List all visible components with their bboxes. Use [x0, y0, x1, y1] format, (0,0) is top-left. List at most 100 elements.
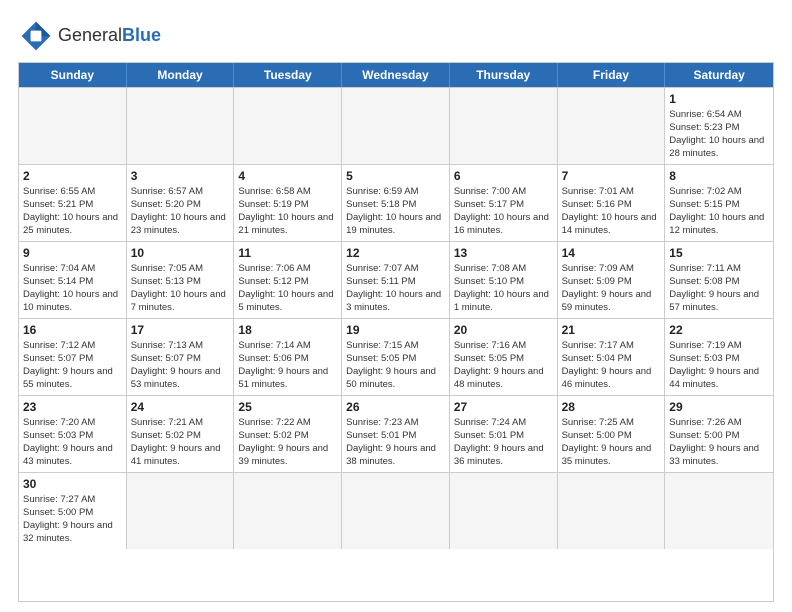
calendar-cell: 13 Sunrise: 7:08 AM Sunset: 5:10 PM Dayli…: [450, 242, 558, 318]
day-number: 24: [131, 399, 230, 415]
calendar-cell: 14 Sunrise: 7:09 AM Sunset: 5:09 PM Dayli…: [558, 242, 666, 318]
day-info: Sunrise: 6:59 AM Sunset: 5:18 PM Dayligh…: [346, 186, 444, 235]
day-info: Sunrise: 7:07 AM Sunset: 5:11 PM Dayligh…: [346, 263, 444, 312]
calendar-cell: [19, 88, 127, 164]
logo: GeneralBlue: [18, 18, 161, 54]
day-info: Sunrise: 7:05 AM Sunset: 5:13 PM Dayligh…: [131, 263, 229, 312]
calendar-cell: [558, 88, 666, 164]
day-number: 23: [23, 399, 122, 415]
day-info: Sunrise: 7:08 AM Sunset: 5:10 PM Dayligh…: [454, 263, 552, 312]
day-info: Sunrise: 7:13 AM Sunset: 5:07 PM Dayligh…: [131, 340, 223, 389]
calendar-cell: 10Sunrise: 7:05 AM Sunset: 5:13 PM Dayli…: [127, 242, 235, 318]
day-number: 25: [238, 399, 337, 415]
calendar-row-0: 1Sunrise: 6:54 AM Sunset: 5:23 PM Daylig…: [19, 87, 773, 164]
calendar-cell: [234, 88, 342, 164]
header-day-thursday: Thursday: [450, 63, 558, 87]
day-info: Sunrise: 7:25 AM Sunset: 5:00 PM Dayligh…: [562, 417, 654, 466]
calendar-cell: 30Sunrise: 7:27 AM Sunset: 5:00 PM Dayli…: [19, 473, 127, 549]
day-number: 27: [454, 399, 553, 415]
day-info: Sunrise: 7:26 AM Sunset: 5:00 PM Dayligh…: [669, 417, 761, 466]
day-info: Sunrise: 7:16 AM Sunset: 5:05 PM Dayligh…: [454, 340, 546, 389]
header-day-monday: Monday: [127, 63, 235, 87]
logo-general: General: [58, 25, 122, 45]
day-info: Sunrise: 7:19 AM Sunset: 5:03 PM Dayligh…: [669, 340, 761, 389]
logo-blue: Blue: [122, 25, 161, 45]
calendar-row-2: 9Sunrise: 7:04 AM Sunset: 5:14 PM Daylig…: [19, 241, 773, 318]
calendar-cell: 12 Sunrise: 7:07 AM Sunset: 5:11 PM Dayli…: [342, 242, 450, 318]
calendar-cell: [450, 473, 558, 549]
day-info: Sunrise: 6:58 AM Sunset: 5:19 PM Dayligh…: [238, 186, 336, 235]
day-number: 17: [131, 322, 230, 338]
calendar-cell: 5 Sunrise: 6:59 AM Sunset: 5:18 PM Daylig…: [342, 165, 450, 241]
day-number: 26: [346, 399, 445, 415]
calendar-cell: 23 Sunrise: 7:20 AM Sunset: 5:03 PM Dayli…: [19, 396, 127, 472]
calendar-cell: 7 Sunrise: 7:01 AM Sunset: 5:16 PM Daylig…: [558, 165, 666, 241]
header-day-friday: Friday: [558, 63, 666, 87]
day-info: Sunrise: 7:01 AM Sunset: 5:16 PM Dayligh…: [562, 186, 660, 235]
day-number: 12: [346, 245, 445, 261]
calendar-cell: [558, 473, 666, 549]
calendar-cell: 8Sunrise: 7:02 AM Sunset: 5:15 PM Daylig…: [665, 165, 773, 241]
header-day-tuesday: Tuesday: [234, 63, 342, 87]
day-info: Sunrise: 6:57 AM Sunset: 5:20 PM Dayligh…: [131, 186, 229, 235]
calendar-cell: 24 Sunrise: 7:21 AM Sunset: 5:02 PM Dayli…: [127, 396, 235, 472]
calendar-cell: 29Sunrise: 7:26 AM Sunset: 5:00 PM Dayli…: [665, 396, 773, 472]
day-info: Sunrise: 6:54 AM Sunset: 5:23 PM Dayligh…: [669, 109, 767, 158]
day-info: Sunrise: 7:09 AM Sunset: 5:09 PM Dayligh…: [562, 263, 654, 312]
calendar-row-5: 30Sunrise: 7:27 AM Sunset: 5:00 PM Dayli…: [19, 472, 773, 549]
day-number: 5: [346, 168, 445, 184]
logo-text: GeneralBlue: [58, 26, 161, 46]
calendar-cell: [342, 473, 450, 549]
header-day-saturday: Saturday: [665, 63, 773, 87]
calendar-cell: 22Sunrise: 7:19 AM Sunset: 5:03 PM Dayli…: [665, 319, 773, 395]
day-info: Sunrise: 7:12 AM Sunset: 5:07 PM Dayligh…: [23, 340, 115, 389]
page: GeneralBlue SundayMondayTuesdayWednesday…: [0, 0, 792, 612]
calendar-cell: 4Sunrise: 6:58 AM Sunset: 5:19 PM Daylig…: [234, 165, 342, 241]
calendar-cell: 17 Sunrise: 7:13 AM Sunset: 5:07 PM Dayli…: [127, 319, 235, 395]
header: GeneralBlue: [18, 18, 774, 54]
calendar-cell: [127, 473, 235, 549]
day-info: Sunrise: 7:14 AM Sunset: 5:06 PM Dayligh…: [238, 340, 330, 389]
day-info: Sunrise: 7:27 AM Sunset: 5:00 PM Dayligh…: [23, 494, 115, 543]
day-info: Sunrise: 7:20 AM Sunset: 5:03 PM Dayligh…: [23, 417, 115, 466]
calendar-cell: 9Sunrise: 7:04 AM Sunset: 5:14 PM Daylig…: [19, 242, 127, 318]
calendar-cell: [127, 88, 235, 164]
day-number: 13: [454, 245, 553, 261]
day-info: Sunrise: 7:15 AM Sunset: 5:05 PM Dayligh…: [346, 340, 438, 389]
calendar-cell: 18Sunrise: 7:14 AM Sunset: 5:06 PM Dayli…: [234, 319, 342, 395]
calendar-body: 1Sunrise: 6:54 AM Sunset: 5:23 PM Daylig…: [19, 87, 773, 549]
day-info: Sunrise: 7:22 AM Sunset: 5:02 PM Dayligh…: [238, 417, 330, 466]
day-number: 28: [562, 399, 661, 415]
calendar-cell: 11Sunrise: 7:06 AM Sunset: 5:12 PM Dayli…: [234, 242, 342, 318]
calendar-cell: 1Sunrise: 6:54 AM Sunset: 5:23 PM Daylig…: [665, 88, 773, 164]
calendar-cell: [450, 88, 558, 164]
calendar-cell: 6Sunrise: 7:00 AM Sunset: 5:17 PM Daylig…: [450, 165, 558, 241]
day-number: 3: [131, 168, 230, 184]
day-info: Sunrise: 6:55 AM Sunset: 5:21 PM Dayligh…: [23, 186, 121, 235]
calendar-row-4: 23 Sunrise: 7:20 AM Sunset: 5:03 PM Dayli…: [19, 395, 773, 472]
calendar-cell: 16 Sunrise: 7:12 AM Sunset: 5:07 PM Dayli…: [19, 319, 127, 395]
day-info: Sunrise: 7:17 AM Sunset: 5:04 PM Dayligh…: [562, 340, 654, 389]
day-number: 14: [562, 245, 661, 261]
calendar-header: SundayMondayTuesdayWednesdayThursdayFrid…: [19, 63, 773, 87]
calendar: SundayMondayTuesdayWednesdayThursdayFrid…: [18, 62, 774, 602]
header-day-wednesday: Wednesday: [342, 63, 450, 87]
day-number: 16: [23, 322, 122, 338]
calendar-cell: 20Sunrise: 7:16 AM Sunset: 5:05 PM Dayli…: [450, 319, 558, 395]
day-info: Sunrise: 7:11 AM Sunset: 5:08 PM Dayligh…: [669, 263, 761, 312]
day-number: 6: [454, 168, 553, 184]
calendar-cell: 3 Sunrise: 6:57 AM Sunset: 5:20 PM Daylig…: [127, 165, 235, 241]
calendar-row-3: 16 Sunrise: 7:12 AM Sunset: 5:07 PM Dayli…: [19, 318, 773, 395]
day-info: Sunrise: 7:24 AM Sunset: 5:01 PM Dayligh…: [454, 417, 546, 466]
day-number: 2: [23, 168, 122, 184]
header-day-sunday: Sunday: [19, 63, 127, 87]
calendar-cell: [665, 473, 773, 549]
calendar-cell: 2 Sunrise: 6:55 AM Sunset: 5:21 PM Daylig…: [19, 165, 127, 241]
day-info: Sunrise: 7:21 AM Sunset: 5:02 PM Dayligh…: [131, 417, 223, 466]
day-info: Sunrise: 7:04 AM Sunset: 5:14 PM Dayligh…: [23, 263, 121, 312]
day-number: 7: [562, 168, 661, 184]
day-info: Sunrise: 7:06 AM Sunset: 5:12 PM Dayligh…: [238, 263, 336, 312]
calendar-cell: 27 Sunrise: 7:24 AM Sunset: 5:01 PM Dayli…: [450, 396, 558, 472]
calendar-cell: 19Sunrise: 7:15 AM Sunset: 5:05 PM Dayli…: [342, 319, 450, 395]
day-info: Sunrise: 7:23 AM Sunset: 5:01 PM Dayligh…: [346, 417, 438, 466]
